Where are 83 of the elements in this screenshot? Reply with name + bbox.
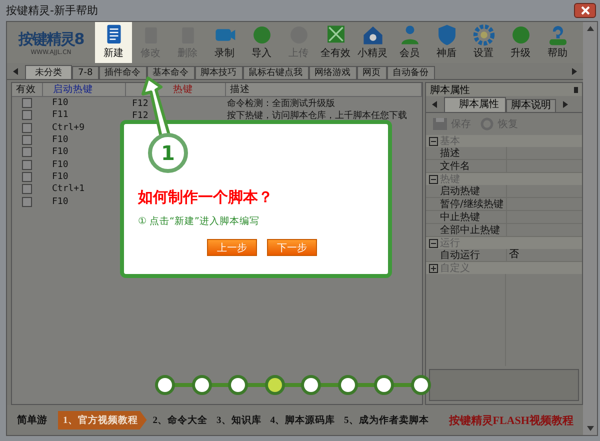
tutorial-link[interactable]: 5、成为作者卖脚本 <box>341 412 432 428</box>
toolbar-button[interactable]: 新建 <box>95 22 132 63</box>
close-button[interactable] <box>574 3 596 18</box>
table-cell-text: F11 <box>51 110 70 120</box>
toolbar-button[interactable]: 帮助 <box>539 22 576 63</box>
property-name: 中止热键 <box>439 210 481 224</box>
toolbar-button[interactable]: 会员 <box>391 22 428 63</box>
gear-icon <box>472 24 496 46</box>
expand-icon[interactable] <box>428 264 438 272</box>
column-header[interactable]: 启动热键 <box>43 83 126 96</box>
collapse-icon[interactable] <box>428 174 438 184</box>
scroll-left-icon[interactable] <box>432 100 438 108</box>
table-cell-text: 按下热键，访问脚本仓库，上千脚本任您下载 <box>227 110 408 122</box>
property-value[interactable]: 否 <box>509 249 519 260</box>
table-cell-text: F10 <box>51 98 70 108</box>
step-button[interactable]: 下一步 <box>267 239 317 256</box>
pin-icon[interactable] <box>574 86 578 92</box>
close-icon <box>580 6 590 15</box>
column-header[interactable]: 描述 <box>226 83 422 96</box>
table-cell-text: F10 <box>51 172 70 182</box>
table-cell: F12 <box>132 98 148 109</box>
table-cell-text: F10 <box>51 147 70 158</box>
checkbox[interactable] <box>22 135 32 146</box>
checkbox[interactable] <box>22 184 32 194</box>
table-cell-text: Ctrl+1 <box>51 184 86 194</box>
checkbox[interactable] <box>22 110 32 120</box>
collapse-icon[interactable] <box>428 136 438 146</box>
house-icon <box>360 24 384 46</box>
table-cell: F12 <box>132 110 148 121</box>
category-tab[interactable]: 插件命令 <box>98 66 147 79</box>
scroll-right-icon[interactable] <box>562 100 568 108</box>
category-tab[interactable]: 网页 <box>356 66 387 79</box>
scrollbar[interactable] <box>583 22 597 435</box>
checkbox[interactable] <box>22 98 32 108</box>
category-tab[interactable]: 网络游戏 <box>308 66 357 79</box>
brand-logo: 简单游 <box>17 414 47 427</box>
column-header[interactable]: 有效 <box>12 83 43 96</box>
panel-tab[interactable]: 脚本说明 <box>506 99 556 112</box>
tutorial-link[interactable]: 1、官方视频教程 <box>58 410 147 430</box>
category-tab[interactable]: 鼠标右键点我 <box>242 66 309 79</box>
category-tab[interactable]: 7-8 <box>72 66 99 79</box>
guide-instruction: ① 点击“新建”进入脚本编写 <box>138 215 260 228</box>
scroll-left-icon[interactable] <box>13 68 19 74</box>
category-tab[interactable]: 脚本技巧 <box>194 66 243 79</box>
table-cell-text: 命令检测：全面测试升级版 <box>227 98 336 110</box>
scroll-up-icon[interactable] <box>586 26 594 31</box>
property-name: 文件名 <box>439 160 471 173</box>
property-name: 描述 <box>439 146 461 160</box>
tutorial-link[interactable]: 4、脚本源码库 <box>267 412 338 428</box>
category-tab[interactable]: 自动备份 <box>386 66 435 79</box>
toolbar-button[interactable]: 导入 <box>243 22 280 63</box>
checkbox[interactable] <box>22 122 32 133</box>
toolbar-button[interactable]: 录制 <box>206 22 243 63</box>
panel-tab[interactable]: 脚本属性 <box>444 97 506 112</box>
toolbar-button[interactable]: 升级 <box>502 22 539 63</box>
property-name: 启动热键 <box>439 184 481 198</box>
table-cell-text: F10 <box>51 160 70 170</box>
step-button[interactable]: 上一步 <box>207 239 257 256</box>
floppy-icon <box>432 117 448 131</box>
checkbox[interactable] <box>22 147 32 158</box>
checkbox[interactable] <box>22 172 32 182</box>
scroll-right-icon[interactable] <box>571 68 577 74</box>
property-name: 暂停/继续热键 <box>439 198 504 211</box>
toolbar-button[interactable]: 设置 <box>465 22 502 63</box>
table-cell-text: Ctrl+9 <box>51 122 86 133</box>
panel-title: 脚本属性 <box>430 84 470 96</box>
toolbar-button[interactable]: 神盾 <box>428 22 465 63</box>
window-title: 按键精灵-新手帮助 <box>6 3 98 18</box>
toolbar-button[interactable]: 小精灵 <box>354 22 391 63</box>
checkbox[interactable] <box>22 160 32 170</box>
property-name: 全部中止热键 <box>439 224 501 237</box>
category-tab[interactable]: 基本命令 <box>146 66 195 79</box>
tutorial-link[interactable]: 2、命令大全 <box>150 412 210 428</box>
scroll-down-icon[interactable] <box>586 426 594 431</box>
category-tab[interactable]: 未分类 <box>25 65 72 79</box>
table-cell-text: F10 <box>51 135 70 146</box>
tutorial-link[interactable]: 3、知识库 <box>214 412 264 428</box>
table-cell-text: F10 <box>51 196 70 207</box>
toolbar-button[interactable]: 全有效 <box>317 22 354 63</box>
collapse-icon[interactable] <box>428 238 438 248</box>
property-name: 自动运行 <box>439 248 481 262</box>
guide-title: 如何制作一个脚本？ <box>138 188 273 207</box>
checkbox[interactable] <box>22 196 32 207</box>
